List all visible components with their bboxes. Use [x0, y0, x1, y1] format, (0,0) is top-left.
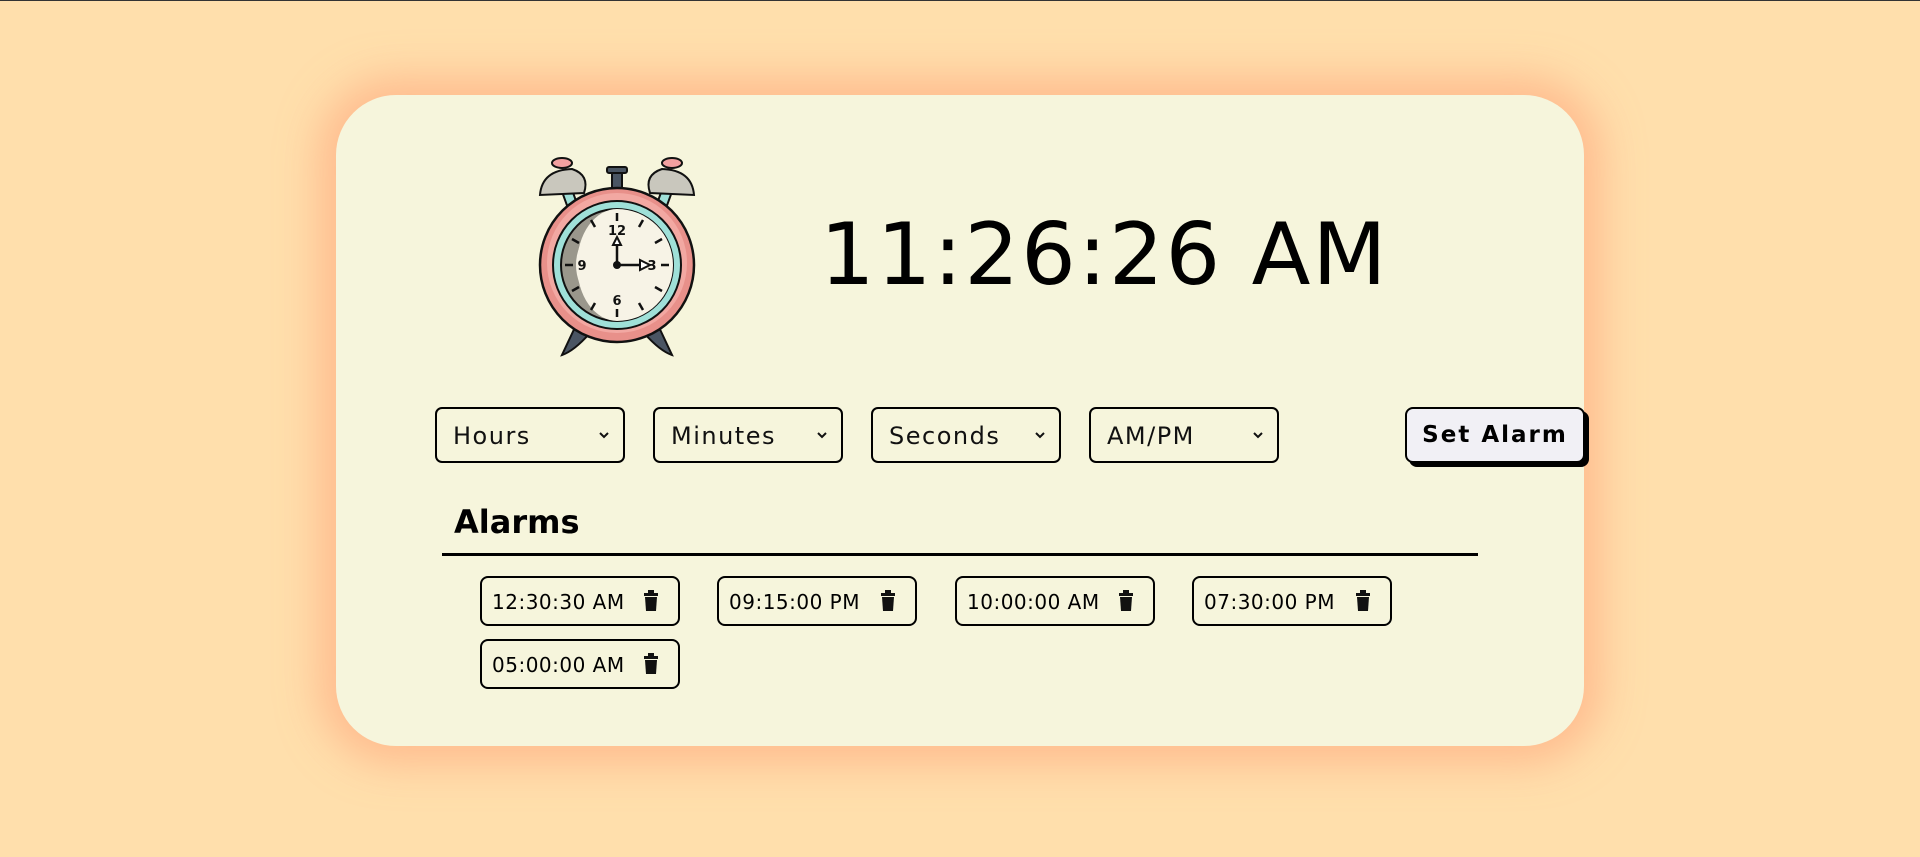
alarm-clock-card: 12 6 9 3 11:26:26 AM Hours Minutes Secon… [336, 95, 1585, 746]
alarm-clock-icon: 12 6 9 3 [532, 155, 702, 360]
alarm-item: 05:00:00 AM [480, 639, 680, 689]
trash-icon[interactable] [879, 590, 897, 612]
alarm-time: 09:15:00 PM [729, 590, 860, 614]
alarm-time: 05:00:00 AM [492, 653, 625, 677]
minutes-select-label: Minutes [671, 422, 776, 450]
alarm-item: 09:15:00 PM [717, 576, 917, 626]
minutes-select[interactable]: Minutes [653, 407, 843, 463]
chevron-down-icon [1253, 432, 1263, 439]
svg-text:6: 6 [612, 294, 621, 309]
hours-select[interactable]: Hours [435, 407, 625, 463]
ampm-select-label: AM/PM [1107, 422, 1195, 450]
svg-text:9: 9 [577, 259, 586, 274]
alarm-item: 07:30:00 PM [1192, 576, 1392, 626]
chevron-down-icon [599, 432, 609, 439]
chevron-down-icon [817, 432, 827, 439]
trash-icon[interactable] [642, 653, 660, 675]
trash-icon[interactable] [1117, 590, 1135, 612]
trash-icon[interactable] [1354, 590, 1372, 612]
alarm-time: 12:30:30 AM [492, 590, 625, 614]
chevron-down-icon [1035, 432, 1045, 439]
alarm-controls: Hours Minutes Seconds AM/PM Set Alarm [435, 407, 1585, 467]
seconds-select[interactable]: Seconds [871, 407, 1061, 463]
alarms-heading: Alarms [454, 503, 580, 541]
hours-select-label: Hours [453, 422, 531, 450]
current-time-display: 11:26:26 AM [820, 205, 1389, 305]
trash-icon[interactable] [642, 590, 660, 612]
alarm-item: 12:30:30 AM [480, 576, 680, 626]
seconds-select-label: Seconds [889, 422, 1001, 450]
set-alarm-button[interactable]: Set Alarm [1405, 407, 1585, 463]
top-border [0, 0, 1920, 1]
alarm-item: 10:00:00 AM [955, 576, 1155, 626]
alarms-divider [442, 553, 1478, 556]
ampm-select[interactable]: AM/PM [1089, 407, 1279, 463]
alarm-time: 10:00:00 AM [967, 590, 1100, 614]
alarm-time: 07:30:00 PM [1204, 590, 1335, 614]
